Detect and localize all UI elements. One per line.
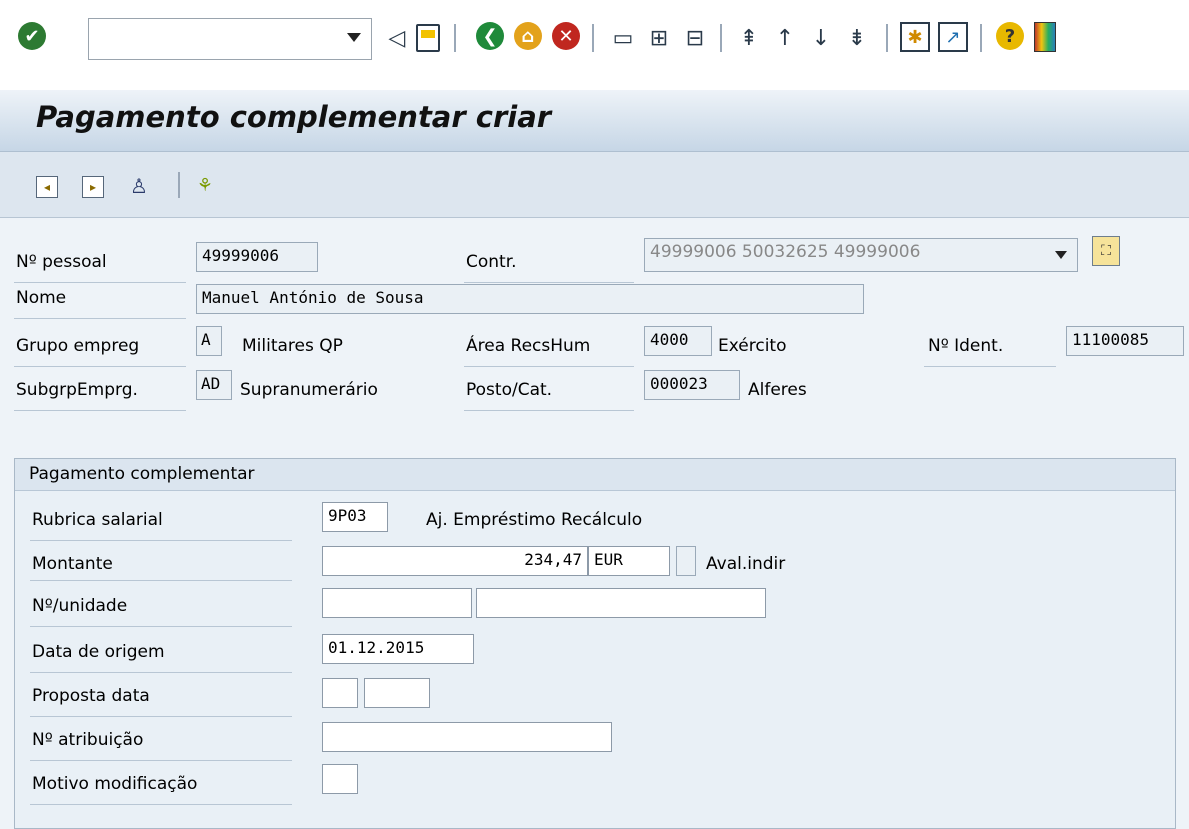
wage-type-label: Rubrica salarial [32, 510, 163, 530]
print-icon[interactable]: ▭ [608, 20, 638, 56]
default-date-label: Proposta data [32, 686, 150, 706]
shortcut-icon[interactable]: ↗ [938, 22, 968, 52]
change-reason-label: Motivo modificação [32, 774, 198, 794]
employee-group-label: Grupo empreg [16, 336, 140, 356]
last-page-icon[interactable]: ⇟ [842, 20, 872, 56]
rank-text: Alferes [748, 380, 807, 400]
indirect-valuation-label: Aval.indir [706, 554, 786, 574]
label-underline [924, 366, 1056, 367]
hr-area-text: Exército [718, 336, 787, 356]
toolbar-separator [454, 24, 456, 52]
new-session-icon[interactable]: ✱ [900, 22, 930, 52]
previous-record-icon[interactable]: ◂ [36, 176, 58, 198]
org-structure-icon[interactable]: ⛶ [1092, 236, 1120, 266]
title-bar: Pagamento complementar criar [0, 90, 1189, 152]
label-underline [30, 804, 292, 805]
system-toolbar: ✔ ◁ ❮ ⌂ ✕ ▭ ⊞ ⊟ ⇞ ↑ ↓ ⇟ ✱ ↗ ? [0, 0, 1189, 90]
indirect-valuation-field[interactable] [676, 546, 696, 576]
wage-type-text: Aj. Empréstimo Recálculo [426, 510, 643, 530]
person-search-icon[interactable]: ♙ [128, 176, 150, 198]
name-field[interactable]: Manuel António de Sousa [196, 284, 864, 314]
personnel-number-field[interactable]: 49999006 [196, 242, 318, 272]
find-icon[interactable]: ⊞ [644, 20, 674, 56]
next-page-icon[interactable]: ↓ [806, 20, 836, 56]
employee-subgroup-label: SubgrpEmprg. [16, 380, 138, 400]
label-underline [30, 540, 292, 541]
label-underline [14, 410, 186, 411]
back-icon[interactable]: ◁ [386, 20, 408, 56]
label-underline [30, 716, 292, 717]
label-underline [30, 580, 292, 581]
back-nav-icon[interactable]: ❮ [476, 22, 504, 50]
payment-group-title: Pagamento complementar [29, 464, 255, 484]
chevron-down-icon[interactable] [347, 33, 361, 42]
employee-subgroup-text: Supranumerário [240, 380, 378, 400]
toolbar-separator [592, 24, 594, 52]
label-underline [30, 672, 292, 673]
origin-date-label: Data de origem [32, 642, 165, 662]
default-date-field-a[interactable] [322, 678, 358, 708]
hierarchy-icon[interactable]: ⚘ [194, 176, 216, 198]
employee-group-text: Militares QP [242, 336, 343, 356]
contract-dropdown[interactable]: 49999006 50032625 49999006 [644, 238, 1078, 272]
toolbar-separator [886, 24, 888, 52]
toolbar-separator [980, 24, 982, 52]
layout-icon[interactable] [1034, 22, 1056, 52]
employee-subgroup-field[interactable]: AD [196, 370, 232, 400]
next-record-icon[interactable]: ▸ [82, 176, 104, 198]
page-title: Pagamento complementar criar [36, 100, 552, 134]
payment-group-header: Pagamento complementar [15, 459, 1175, 491]
save-icon[interactable] [416, 24, 440, 52]
help-icon[interactable]: ? [996, 22, 1024, 50]
label-underline [14, 318, 186, 319]
toolbar-separator [720, 24, 722, 52]
contract-label: Contr. [466, 252, 517, 272]
application-toolbar: ◂ ▸ ♙ ⚘ [0, 152, 1189, 218]
label-underline [464, 410, 634, 411]
number-unit-label: Nº/unidade [32, 596, 128, 616]
default-date-field-b[interactable] [364, 678, 430, 708]
assignment-number-label: Nº atribuição [32, 730, 144, 750]
enter-icon[interactable]: ✔ [18, 22, 46, 50]
label-underline [464, 366, 634, 367]
first-page-icon[interactable]: ⇞ [734, 20, 764, 56]
label-underline [14, 282, 186, 283]
label-underline [14, 366, 186, 367]
id-number-field[interactable]: 11100085 [1066, 326, 1184, 356]
hr-area-label: Área RecsHum [466, 336, 591, 356]
personnel-number-label: Nº pessoal [16, 252, 107, 272]
name-label: Nome [16, 288, 67, 308]
employee-group-field[interactable]: A [196, 326, 222, 356]
amount-label: Montante [32, 554, 113, 574]
command-field[interactable] [88, 18, 372, 60]
unit-field[interactable] [476, 588, 766, 618]
id-number-label: Nº Ident. [928, 336, 1004, 356]
previous-page-icon[interactable]: ↑ [770, 20, 800, 56]
amount-field[interactable]: 234,47 [322, 546, 588, 576]
rank-label: Posto/Cat. [466, 380, 553, 400]
label-underline [30, 760, 292, 761]
origin-date-field[interactable]: 01.12.2015 [322, 634, 474, 664]
contract-dropdown-value: 49999006 50032625 49999006 [650, 242, 921, 262]
wage-type-field[interactable]: 9P03 [322, 502, 388, 532]
currency-field[interactable]: EUR [588, 546, 670, 576]
label-underline [464, 282, 634, 283]
number-field[interactable] [322, 588, 472, 618]
assignment-number-field[interactable] [322, 722, 612, 752]
label-underline [30, 626, 292, 627]
find-next-icon[interactable]: ⊟ [680, 20, 710, 56]
rank-field[interactable]: 000023 [644, 370, 740, 400]
change-reason-field[interactable] [322, 764, 358, 794]
cancel-icon[interactable]: ✕ [552, 22, 580, 50]
chevron-down-icon[interactable] [1055, 251, 1067, 259]
exit-icon[interactable]: ⌂ [514, 22, 542, 50]
hr-area-field[interactable]: 4000 [644, 326, 712, 356]
toolbar-separator [178, 172, 180, 198]
